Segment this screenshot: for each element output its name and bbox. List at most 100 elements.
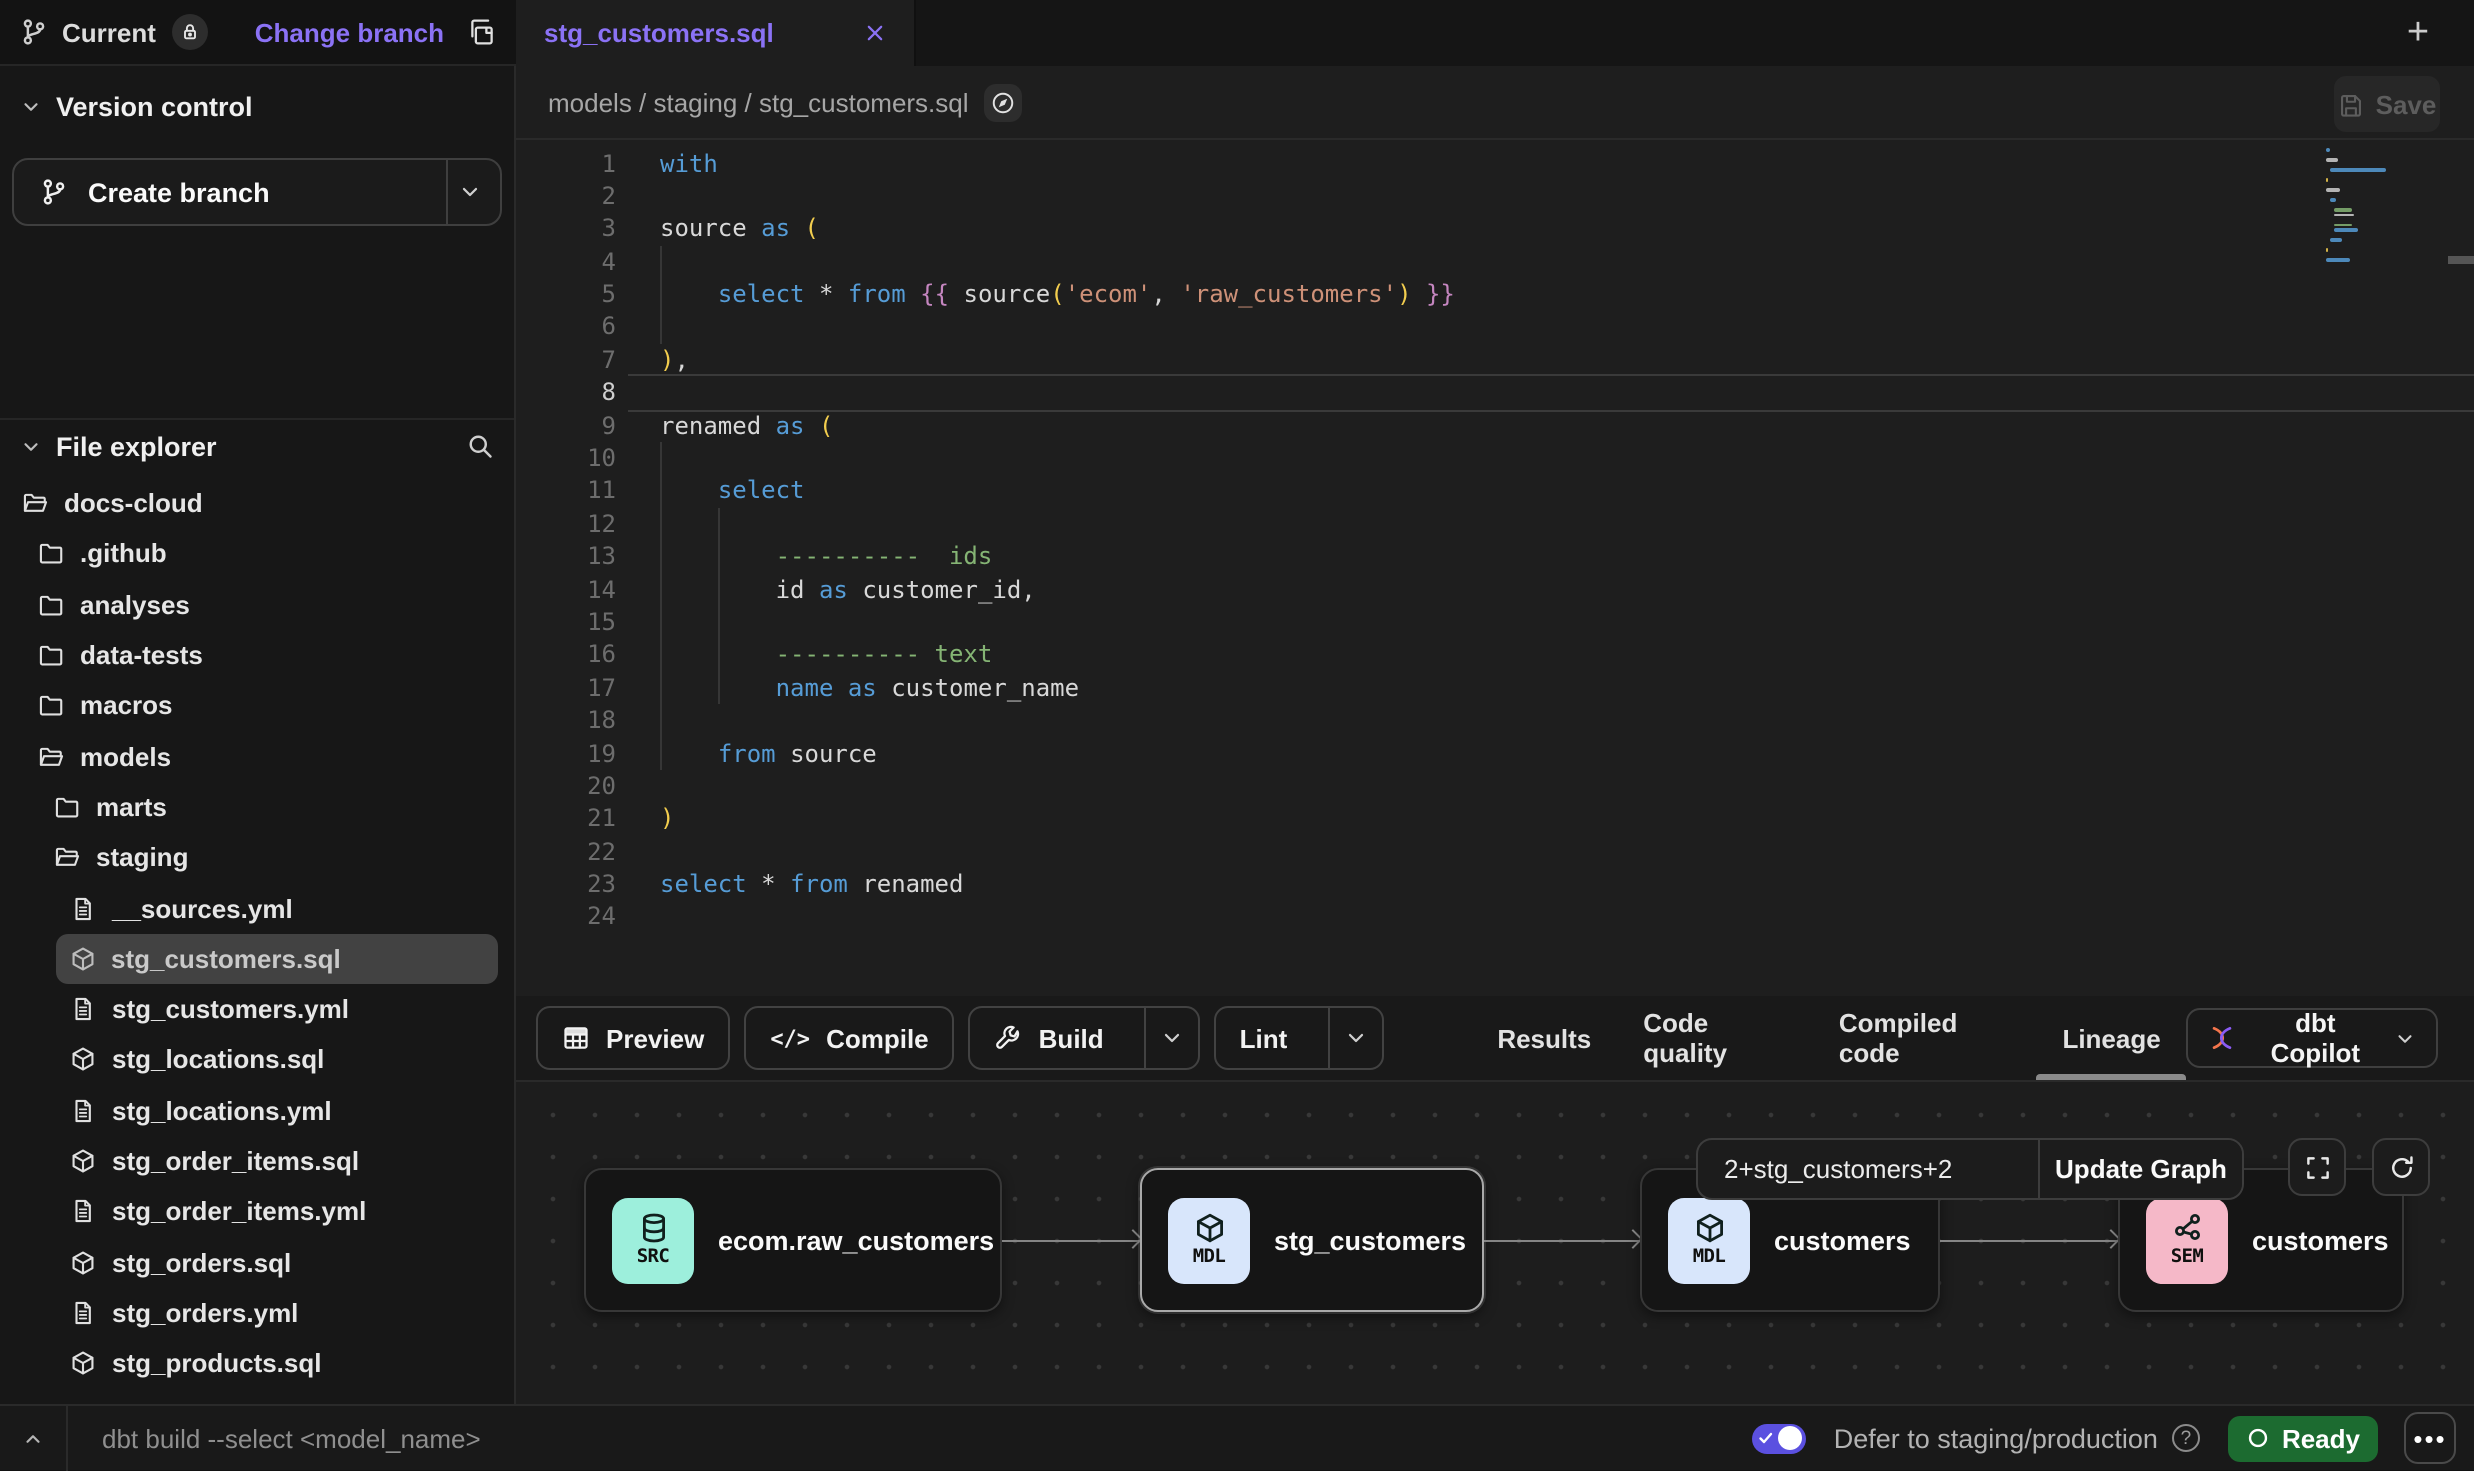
badge-label: MDL bbox=[1693, 1246, 1726, 1268]
tab-stg-customers-sql[interactable]: stg_customers.sql bbox=[516, 0, 916, 66]
code-line-3: source as ( bbox=[660, 213, 1455, 246]
code-line-8 bbox=[660, 376, 1455, 409]
file-explorer-section[interactable]: File explorer bbox=[0, 430, 514, 462]
close-icon[interactable] bbox=[864, 22, 886, 44]
circle-icon bbox=[2246, 1426, 2270, 1450]
lint-button[interactable]: Lint bbox=[1214, 1006, 1384, 1070]
lineage-canvas[interactable]: SRCecom.raw_customersMDLstg_customersMDL… bbox=[516, 1082, 2474, 1404]
model-icon bbox=[70, 1249, 96, 1275]
scrollbar-thumb[interactable] bbox=[2448, 256, 2474, 263]
defer-toggle[interactable] bbox=[1752, 1423, 1806, 1453]
file-item-stg_customers.yml[interactable]: stg_customers.yml bbox=[0, 984, 506, 1035]
dbt-copilot-button[interactable]: dbt Copilot bbox=[2187, 1008, 2438, 1068]
change-branch-link[interactable]: Change branch bbox=[255, 17, 444, 47]
chevron-down-icon[interactable] bbox=[458, 180, 482, 204]
compile-button[interactable]: </> Compile bbox=[744, 1006, 954, 1070]
file-icon bbox=[70, 996, 96, 1022]
status-bar-right: Defer to staging/production ? Ready ••• bbox=[1752, 1412, 2456, 1464]
fullscreen-button[interactable] bbox=[2288, 1138, 2346, 1196]
chevron-down-icon[interactable] bbox=[1144, 1008, 1198, 1068]
file-item-stg_order_items.sql[interactable]: stg_order_items.sql bbox=[0, 1136, 506, 1187]
file-item-marts[interactable]: marts bbox=[0, 782, 506, 833]
file-item-stg_customers.sql[interactable]: stg_customers.sql bbox=[56, 933, 498, 984]
file-item-stg_orders.yml[interactable]: stg_orders.yml bbox=[0, 1288, 506, 1339]
code-editor[interactable]: 123456789101112131415161718192021222324 … bbox=[516, 140, 2474, 996]
more-options-button[interactable]: ••• bbox=[2404, 1412, 2456, 1464]
file-label: stg_order_items.yml bbox=[112, 1197, 366, 1227]
search-icon[interactable] bbox=[466, 432, 494, 460]
build-button[interactable]: Build bbox=[969, 1006, 1200, 1070]
chevron-down-icon[interactable] bbox=[1327, 1008, 1381, 1068]
minimap[interactable] bbox=[2326, 148, 2414, 268]
folder-icon bbox=[38, 642, 64, 668]
panel-tab-lineage[interactable]: Lineage bbox=[2036, 996, 2186, 1080]
main-area: models / staging / stg_customers.sql Sav… bbox=[516, 66, 2474, 1404]
dbt-cloud-ide: Current Change branch stg_customers.sql … bbox=[0, 0, 2474, 1470]
file-item-staging[interactable]: staging bbox=[0, 832, 506, 883]
save-button[interactable]: Save bbox=[2334, 76, 2440, 132]
file-item-stg_orders.sql[interactable]: stg_orders.sql bbox=[0, 1237, 506, 1288]
ready-status-button[interactable]: Ready bbox=[2228, 1415, 2378, 1461]
command-input[interactable]: dbt build --select <model_name> bbox=[102, 1423, 481, 1453]
model-icon bbox=[69, 946, 95, 972]
update-graph-button[interactable]: Update Graph bbox=[2038, 1140, 2242, 1198]
create-branch-button[interactable]: Create branch bbox=[12, 158, 502, 226]
model-icon bbox=[70, 1148, 96, 1174]
code-line-6 bbox=[660, 311, 1455, 344]
version-control-section[interactable]: Version control bbox=[0, 90, 514, 122]
folder-open-icon bbox=[54, 844, 80, 870]
panel-tab-code-quality[interactable]: Code quality bbox=[1617, 996, 1813, 1080]
file-label: stg_orders.yml bbox=[112, 1298, 298, 1328]
file-label: stg_customers.sql bbox=[111, 944, 341, 974]
lineage-node-stg_customers[interactable]: MDL stg_customers bbox=[1140, 1168, 1484, 1312]
lineage-edge bbox=[1002, 1239, 1140, 1242]
code-content[interactable]: withsource as ( select * from {{ source(… bbox=[660, 147, 1455, 934]
code-line-24 bbox=[660, 901, 1455, 934]
folder-icon bbox=[38, 541, 64, 567]
badge-label: SEM bbox=[2171, 1246, 2204, 1268]
dbt-copilot-label: dbt Copilot bbox=[2251, 1008, 2380, 1068]
toggle-knob bbox=[1779, 1426, 1803, 1450]
chevron-down-icon bbox=[20, 435, 42, 457]
panel-tab-results[interactable]: Results bbox=[1471, 996, 1617, 1080]
sidebar: Version control Create branch File explo… bbox=[0, 66, 516, 1404]
help-icon[interactable]: ? bbox=[2172, 1424, 2200, 1452]
check-icon bbox=[1758, 1426, 1774, 1450]
code-line-13: ---------- ids bbox=[660, 540, 1455, 573]
lineage-selector-input[interactable]: 2+stg_customers+2 bbox=[1698, 1140, 2038, 1198]
file-item-stg_order_items.yml[interactable]: stg_order_items.yml bbox=[0, 1186, 506, 1237]
refresh-button[interactable] bbox=[2372, 1138, 2430, 1196]
file-item-data-tests[interactable]: data-tests bbox=[0, 630, 506, 681]
breadcrumb-row: models / staging / stg_customers.sql Sav… bbox=[516, 66, 2474, 140]
lineage-edge bbox=[1484, 1239, 1640, 1242]
file-item-analyses[interactable]: analyses bbox=[0, 579, 506, 630]
compass-icon[interactable] bbox=[985, 83, 1023, 121]
node-label: ecom.raw_customers bbox=[718, 1225, 994, 1255]
cube-icon bbox=[1693, 1212, 1725, 1244]
new-tab-button[interactable]: + bbox=[2394, 9, 2442, 57]
file-item-.github[interactable]: .github bbox=[0, 529, 506, 580]
copy-icon[interactable] bbox=[468, 18, 496, 46]
lineage-controls: 2+stg_customers+2 Update Graph bbox=[1696, 1138, 2430, 1200]
save-icon bbox=[2338, 91, 2364, 117]
file-icon bbox=[70, 895, 96, 921]
file-label: macros bbox=[80, 691, 173, 721]
preview-button[interactable]: Preview bbox=[536, 1006, 730, 1070]
file-item-models[interactable]: models bbox=[0, 731, 506, 782]
node-label: customers bbox=[1774, 1225, 1911, 1255]
folder-open-icon bbox=[38, 743, 64, 769]
code-line-1: with bbox=[660, 147, 1455, 180]
file-item-docs-cloud[interactable]: docs-cloud bbox=[0, 478, 506, 529]
file-item-__sources.yml[interactable]: __sources.yml bbox=[0, 883, 506, 934]
chevron-up-icon[interactable] bbox=[0, 1427, 66, 1449]
panel-tab-compiled-code[interactable]: Compiled code bbox=[1813, 996, 2037, 1080]
wrench-icon bbox=[995, 1024, 1023, 1052]
file-item-macros[interactable]: macros bbox=[0, 680, 506, 731]
mdl-badge: MDL bbox=[1668, 1197, 1750, 1283]
file-item-stg_locations.sql[interactable]: stg_locations.sql bbox=[0, 1035, 506, 1086]
file-item-stg_locations.yml[interactable]: stg_locations.yml bbox=[0, 1085, 506, 1136]
file-item-stg_products.sql[interactable]: stg_products.sql bbox=[0, 1338, 506, 1389]
mdl-badge: MDL bbox=[1168, 1197, 1250, 1283]
lineage-node-ecom.raw_customers[interactable]: SRCecom.raw_customers bbox=[584, 1168, 1002, 1312]
node-label: stg_customers bbox=[1274, 1225, 1466, 1255]
